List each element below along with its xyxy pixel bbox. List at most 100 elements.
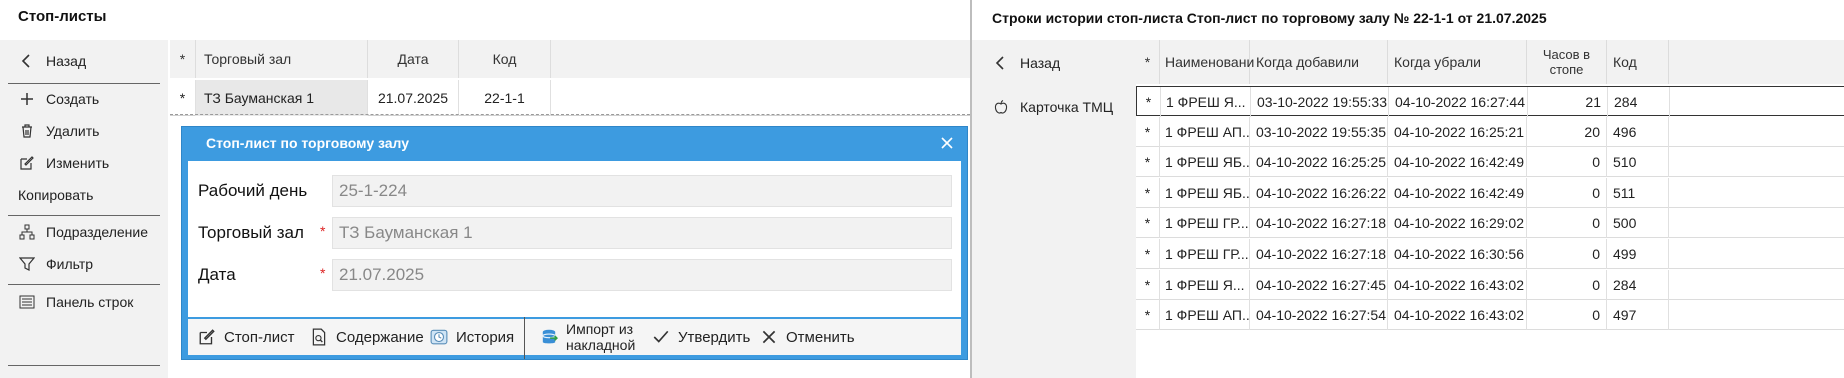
back-button[interactable]: Назад [982,48,1134,78]
cell-added[interactable]: 04-10-2022 16:27:18 [1250,239,1388,269]
column-header-hours[interactable]: Часов в стопе [1527,40,1607,84]
cell-added[interactable]: 04-10-2022 16:27:18 [1250,208,1388,239]
cell-empty [1669,300,1844,330]
delete-label: Удалить [46,123,100,139]
cell-removed[interactable]: 04-10-2022 16:27:44 [1389,87,1528,117]
edit-icon [16,152,38,174]
cell-name[interactable]: 1 ФРЕШ Я... [1161,87,1251,117]
required-marker: * [320,265,326,281]
content-label: Содержание [336,328,424,346]
cell-hours[interactable]: 0 [1527,208,1607,239]
hall-field[interactable] [332,217,952,249]
table-row[interactable]: * 1 ФРЕШ ГР... 04-10-2022 16:27:18 04-10-20… [1136,208,1844,239]
close-icon[interactable] [937,133,957,153]
cell-hours[interactable]: 0 [1527,177,1607,208]
table-row[interactable]: * 1 ФРЕШ АП... 03-10-2022 19:55:35 04-10-20… [1136,116,1844,147]
history-button[interactable]: История [428,319,514,355]
cell-code[interactable]: 510 [1607,147,1669,178]
cell-removed[interactable]: 04-10-2022 16:30:56 [1388,239,1527,269]
cell-removed[interactable]: 04-10-2022 16:25:21 [1388,116,1527,147]
cell-removed[interactable]: 04-10-2022 16:43:02 [1388,269,1527,300]
workday-field[interactable] [332,175,952,207]
table-row[interactable]: * ТЗ Бауманская 1 21.07.2025 22-1-1 [170,80,970,116]
content-button[interactable]: Содержание [308,319,424,355]
item-card-label: Карточка ТМЦ [1020,99,1114,115]
column-header-name[interactable]: Наименовани [1160,40,1254,84]
filter-label: Фильтр [46,256,94,272]
cell-added[interactable]: 03-10-2022 19:55:33 [1251,87,1389,117]
cell-name[interactable]: 1 ФРЕШ ЯБ... [1160,177,1250,208]
cell-removed[interactable]: 04-10-2022 16:42:49 [1388,147,1527,178]
cell-added[interactable]: 04-10-2022 16:25:25 [1250,147,1388,178]
column-header-added[interactable]: Когда добавили [1250,40,1388,84]
cell-code[interactable]: 22-1-1 [459,80,551,116]
cell-code[interactable]: 284 [1607,269,1669,300]
apple-icon [990,96,1012,118]
table-row[interactable]: * 1 ФРЕШ АП... 04-10-2022 16:27:54 04-10-20… [1136,300,1844,331]
copy-button[interactable]: Копировать [8,180,160,210]
cell-name[interactable]: 1 ФРЕШ ГР... [1160,239,1250,269]
stoplist-button[interactable]: Стоп-лист [196,319,295,355]
list-panel-icon [16,291,38,313]
column-header-code[interactable]: Код [459,40,551,78]
cell-name[interactable]: 1 ФРЕШ АП... [1160,300,1250,331]
cell-hours[interactable]: 21 [1528,87,1608,117]
cell-date[interactable]: 21.07.2025 [368,80,459,116]
table-row[interactable]: * 1 ФРЕШ Я... 03-10-2022 19:55:33 04-10-202… [1136,86,1844,117]
cell-removed[interactable]: 04-10-2022 16:29:02 [1388,208,1527,239]
division-button[interactable]: Подразделение [8,217,160,247]
cell-name[interactable]: 1 ФРЕШ АП... [1160,116,1250,147]
cell-name[interactable]: 1 ФРЕШ Я... [1160,269,1250,300]
cell-code[interactable]: 500 [1607,208,1669,239]
cell-empty [1669,239,1844,269]
column-header-removed[interactable]: Когда убрали [1388,40,1527,84]
plus-icon [16,88,38,110]
cell-empty [1669,178,1844,208]
column-header-hours-line2: стопе [1549,62,1584,77]
stoplist-dialog: Стоп-лист по торговому залу Рабочий день… [181,126,968,360]
dialog-body: Рабочий день Торговый зал * Дата * [188,161,961,317]
cell-hours[interactable]: 20 [1527,116,1607,147]
cell-code[interactable]: 284 [1608,87,1670,117]
cell-added[interactable]: 03-10-2022 19:55:35 [1250,116,1388,147]
filter-button[interactable]: Фильтр [8,249,160,279]
cell-hall[interactable]: ТЗ Бауманская 1 [196,80,368,116]
cell-hours[interactable]: 0 [1527,300,1607,331]
import-button[interactable]: Импорт из накладной [538,319,635,355]
cell-code[interactable]: 496 [1607,116,1669,147]
cancel-button[interactable]: Отменить [758,319,855,355]
cell-added[interactable]: 04-10-2022 16:27:54 [1250,300,1388,331]
item-card-button[interactable]: Карточка ТМЦ [982,92,1134,122]
cell-code[interactable]: 511 [1607,177,1669,208]
cell-empty [1669,208,1844,238]
cell-code[interactable]: 499 [1607,239,1669,269]
cell-star: * [1136,116,1160,147]
create-button[interactable]: Создать [8,84,160,114]
approve-button[interactable]: Утвердить [650,319,750,355]
column-header-star[interactable]: * [1136,40,1160,84]
database-import-icon [538,326,560,348]
delete-button[interactable]: Удалить [8,116,160,146]
cell-code[interactable]: 497 [1607,300,1669,331]
column-header-date[interactable]: Дата [368,40,459,78]
date-field[interactable] [332,259,952,291]
table-row[interactable]: * 1 ФРЕШ ГР... 04-10-2022 16:27:18 04-10-20… [1136,239,1844,269]
cell-added[interactable]: 04-10-2022 16:26:22 [1250,177,1388,208]
table-row[interactable]: * 1 ФРЕШ ЯБ... 04-10-2022 16:25:25 04-10-20… [1136,147,1844,178]
cell-name[interactable]: 1 ФРЕШ ЯБ... [1160,147,1250,178]
cell-hours[interactable]: 0 [1527,269,1607,300]
table-row[interactable]: * 1 ФРЕШ Я... 04-10-2022 16:27:45 04-10-202… [1136,269,1844,300]
table-row[interactable]: * 1 ФРЕШ ЯБ... 04-10-2022 16:26:22 04-10-20… [1136,177,1844,208]
column-header-hall[interactable]: Торговый зал [196,40,368,78]
edit-button[interactable]: Изменить [8,148,160,178]
rows-panel-button[interactable]: Панель строк [8,287,160,317]
cell-removed[interactable]: 04-10-2022 16:43:02 [1388,300,1527,331]
cell-name[interactable]: 1 ФРЕШ ГР... [1160,208,1250,239]
column-header-code[interactable]: Код [1607,40,1669,84]
cell-removed[interactable]: 04-10-2022 16:42:49 [1388,177,1527,208]
column-header-star[interactable]: * [170,40,196,78]
cell-hours[interactable]: 0 [1527,239,1607,269]
cell-added[interactable]: 04-10-2022 16:27:45 [1250,269,1388,300]
cell-hours[interactable]: 0 [1527,147,1607,178]
back-button[interactable]: Назад [8,46,160,76]
